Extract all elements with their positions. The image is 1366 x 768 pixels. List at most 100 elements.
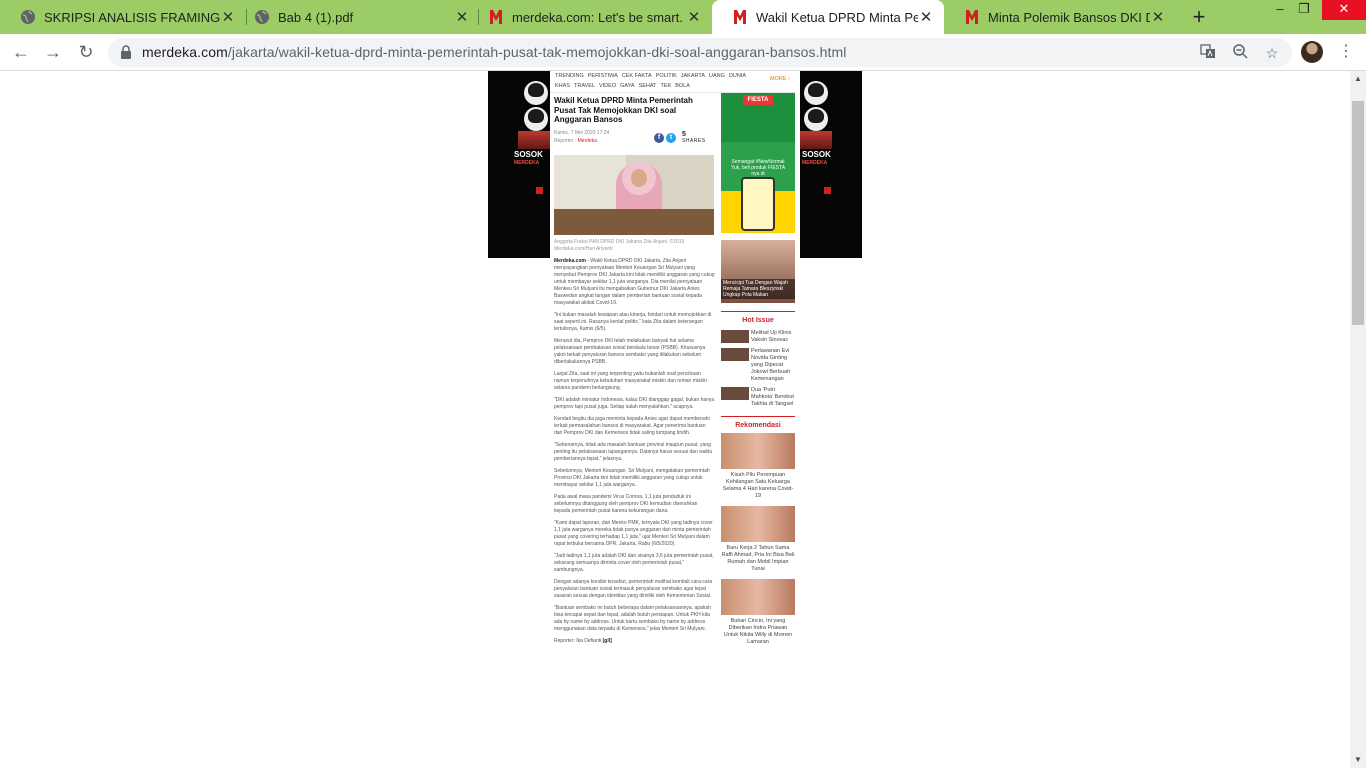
rekomendasi-item[interactable]: Baru Kerja 2 Tahun Sama Raffi Ahmad, Pri… bbox=[721, 506, 795, 573]
tab-bab4[interactable]: Bab 4 (1).pdf ✕ bbox=[234, 0, 480, 34]
lock-icon bbox=[121, 45, 131, 59]
rekomendasi-item[interactable]: Kisah Pilu Perempuan Kehilangan Satu Kel… bbox=[721, 433, 795, 500]
rekomendasi-heading: Rekomendasi bbox=[721, 416, 795, 431]
banner-play-icon bbox=[536, 187, 543, 194]
hero-table bbox=[554, 208, 714, 235]
share-bar: f t 5 SHARES bbox=[654, 131, 706, 145]
tab-close-icon[interactable]: ✕ bbox=[686, 8, 702, 26]
tab-minta-polemik[interactable]: Minta Polemik Bansos DKI Dihe ✕ bbox=[944, 0, 1176, 34]
banner-face bbox=[804, 81, 828, 105]
share-count-number: 5 bbox=[682, 131, 686, 138]
hot-issue-thumbnail bbox=[721, 330, 749, 343]
tab-close-icon[interactable]: ✕ bbox=[1150, 8, 1166, 26]
article-footer-reporter: Reporter: Ika Defianti [gil] bbox=[554, 638, 715, 645]
tab-close-icon[interactable]: ✕ bbox=[918, 8, 934, 26]
banner-play-icon bbox=[824, 187, 831, 194]
tab-title: Minta Polemik Bansos DKI Dihe bbox=[988, 9, 1150, 25]
reload-icon[interactable]: ↻ bbox=[73, 39, 99, 65]
image-caption: Anggota Fraksi PAN DPRD DKI Jakarta Zita… bbox=[554, 238, 685, 252]
forward-arrow-icon[interactable]: → bbox=[40, 39, 66, 65]
article: Wakil Ketua DPRD Minta Pemerintah Pusat … bbox=[550, 93, 715, 645]
hot-issue-item[interactable]: Perlawanan Evi Novida Ginting yang Dipec… bbox=[721, 348, 795, 383]
nav-link[interactable]: PERISTIWA bbox=[588, 71, 618, 81]
article-paragraph: "Sebenarnya, tidak ada masalah bantuan p… bbox=[554, 441, 713, 462]
merdeka-icon bbox=[732, 9, 748, 25]
nav-link[interactable]: TRENDING bbox=[555, 71, 584, 81]
lead-source: Merdeka.com bbox=[554, 257, 586, 264]
more-menu-icon[interactable]: ⋮ bbox=[1336, 41, 1356, 63]
tab-title: Bab 4 (1).pdf bbox=[278, 9, 354, 25]
nav-link[interactable]: KHAS bbox=[555, 81, 570, 91]
article-paragraph: Lanjut Zita, saat ini yang terpenting ya… bbox=[554, 370, 707, 391]
article-body: Merdeka.com - Wakil Ketua DPRD DKI Jakar… bbox=[554, 258, 715, 645]
nav-link[interactable]: TRAVEL bbox=[574, 81, 595, 91]
twitter-share-icon[interactable]: t bbox=[666, 133, 676, 143]
tab-wakil-ketua[interactable]: Wakil Ketua DPRD Minta Pemer ✕ bbox=[712, 0, 944, 34]
lead-text: - Wakil Ketua DPRD DKI Jakarta, Zita Anj… bbox=[554, 257, 715, 306]
page-scrollbar[interactable]: ▲ ▼ bbox=[1350, 71, 1366, 768]
feature-ad[interactable]: Mencicipi Tua Dengan Wajah Remaja Tamara… bbox=[721, 240, 795, 303]
nav-link[interactable]: TEK bbox=[661, 81, 672, 91]
scroll-down-arrow-icon[interactable]: ▼ bbox=[1350, 752, 1366, 768]
banner-brand-sub: MERDEKA bbox=[802, 160, 828, 166]
fiesta-ad-banner[interactable]: FIESTA Semangat #NewNormal Yuk, beli pro… bbox=[721, 93, 795, 233]
footer-tag: [gil] bbox=[601, 637, 612, 644]
tab-merdeka-home[interactable]: merdeka.com: Let's be smart. ✕ bbox=[468, 0, 712, 34]
nav-link[interactable]: UANG bbox=[709, 71, 725, 81]
feature-ad-caption: Mencicipi Tua Dengan Wajah Remaja Tamara… bbox=[721, 279, 795, 299]
merdeka-icon bbox=[964, 9, 980, 25]
back-arrow-icon[interactable]: ← bbox=[8, 39, 34, 65]
url-text[interactable]: merdeka.com/jakarta/wakil-ketua-dprd-min… bbox=[142, 44, 846, 60]
hot-issue-item[interactable]: Dua 'Putri Mahkota' Berebut Takhta di Ta… bbox=[721, 387, 795, 408]
site-nav-menu: TRENDING PERISTIWA CEK FAKTA POLITIK JAKARTA… bbox=[550, 71, 796, 93]
hot-issue-item[interactable]: Melihat Uji Klinis Vaksin Sinovac bbox=[721, 330, 795, 344]
tab-title: SKRIPSI ANALISIS FRAMING PAD bbox=[44, 9, 220, 25]
facebook-share-icon[interactable]: f bbox=[654, 133, 664, 143]
tab-skripsi[interactable]: SKRIPSI ANALISIS FRAMING PAD ✕ bbox=[0, 0, 246, 34]
globe-icon bbox=[254, 9, 270, 25]
hot-issue-list: Melihat Uji Klinis Vaksin Sinovac Perlawa… bbox=[721, 330, 795, 408]
left-skin-banner[interactable]: SOSOK MERDEKA bbox=[488, 71, 550, 258]
article-paragraph: "Kami dapat laporan, dari Menko PMK, ter… bbox=[554, 519, 713, 547]
banner-brand-text: SOSOK bbox=[802, 150, 831, 159]
nav-link[interactable]: GAYA bbox=[620, 81, 634, 91]
nav-link[interactable]: BOLA bbox=[675, 81, 690, 91]
article-paragraph: Pada awal masa pandemi Virus Corona, 1,1… bbox=[554, 493, 698, 514]
tab-title: merdeka.com: Let's be smart. bbox=[512, 9, 683, 25]
maximize-icon[interactable]: ❐ bbox=[1284, 0, 1324, 20]
rekomendasi-title: Baru Kerja 2 Tahun Sama Raffi Ahmad, Pri… bbox=[721, 545, 795, 572]
nav-link[interactable]: DUNIA bbox=[729, 71, 746, 81]
hot-issue-title: Dua 'Putri Mahkota' Berebut Takhta di Ta… bbox=[751, 387, 794, 407]
nav-more-link[interactable]: MORE › bbox=[770, 76, 790, 82]
right-skin-banner[interactable]: SOSOK MERDEKA bbox=[800, 71, 862, 258]
nav-link[interactable]: SEHAT bbox=[639, 81, 657, 91]
address-bar[interactable]: merdeka.com/jakarta/wakil-ketua-dprd-min… bbox=[108, 38, 1292, 67]
nav-link[interactable]: POLITIK bbox=[656, 71, 677, 81]
article-paragraph: Kendati begitu dia juga meminta kepada A… bbox=[554, 415, 710, 436]
article-hero-image bbox=[554, 154, 714, 235]
bookmark-star-icon[interactable]: ☆ bbox=[1262, 43, 1282, 63]
article-title: Wakil Ketua DPRD Minta Pemerintah Pusat … bbox=[554, 96, 693, 124]
zoom-icon[interactable] bbox=[1230, 43, 1250, 63]
reporter-name-link[interactable]: Merdeka bbox=[578, 138, 597, 144]
article-paragraph: Sebelumnya, Menteri Keuangan, Sri Mulyan… bbox=[554, 467, 710, 488]
new-tab-plus-icon[interactable]: + bbox=[1186, 5, 1212, 31]
nav-link[interactable]: VIDEO bbox=[599, 81, 616, 91]
nav-link[interactable]: CEK FAKTA bbox=[622, 71, 652, 81]
banner-brand-text: SOSOK bbox=[514, 150, 543, 159]
window-close-icon[interactable]: ✕ bbox=[1322, 0, 1366, 20]
hot-issue-thumbnail bbox=[721, 348, 749, 361]
article-paragraph: "Ini bukan masalah kesiapan atau kinerja… bbox=[554, 311, 712, 332]
banner-stripe bbox=[518, 131, 550, 149]
rekomendasi-item[interactable]: Bukan Cincin, Ini yang Diberikan Indra P… bbox=[721, 579, 795, 646]
translate-icon[interactable] bbox=[1198, 43, 1218, 63]
banner-face bbox=[524, 81, 548, 105]
share-count: 5 SHARES bbox=[682, 131, 706, 145]
scroll-up-arrow-icon[interactable]: ▲ bbox=[1350, 71, 1366, 87]
scroll-thumb[interactable] bbox=[1352, 101, 1364, 325]
merdeka-icon bbox=[488, 9, 504, 25]
article-paragraph: Dengan adanya kondisi tersebut, pemerint… bbox=[554, 578, 713, 599]
profile-avatar[interactable] bbox=[1301, 41, 1323, 63]
nav-link[interactable]: JAKARTA bbox=[681, 71, 705, 81]
hot-issue-title: Melihat Uji Klinis Vaksin Sinovac bbox=[751, 330, 792, 343]
